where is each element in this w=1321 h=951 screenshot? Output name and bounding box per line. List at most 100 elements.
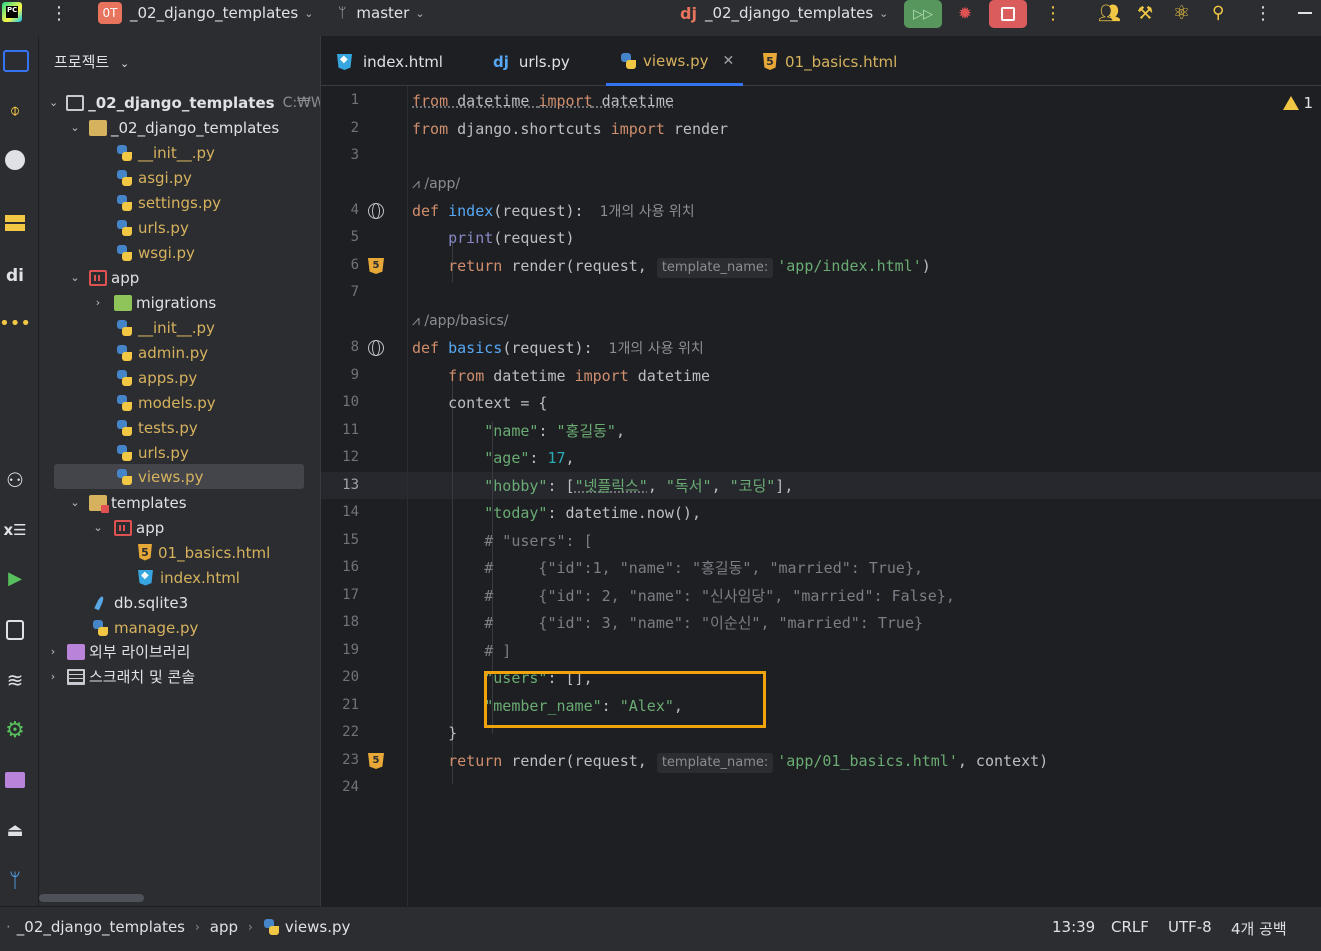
- indent-setting[interactable]: 4개 공백: [1231, 918, 1287, 939]
- code-comment: # ]: [484, 642, 512, 660]
- tree-root[interactable]: ⌄ _02_django_templates C:₩Wo: [39, 90, 320, 115]
- python-file-icon: [263, 919, 281, 935]
- breadcrumb-item[interactable]: views.py: [285, 918, 351, 936]
- tree-item-file[interactable]: db.sqlite3: [39, 590, 320, 615]
- ai-assistant-button[interactable]: ⚛: [1173, 0, 1190, 26]
- run-icon: ▷▷: [913, 6, 933, 22]
- usage-hint[interactable]: 1개의 사용 위치: [609, 341, 704, 357]
- code-with-me-button[interactable]: 👥︎: [1098, 0, 1121, 26]
- settings-menu-button[interactable]: ⋮: [1254, 0, 1272, 26]
- debug-button[interactable]: ✹: [946, 0, 984, 28]
- tree-item-templates[interactable]: ⌄ templates: [39, 490, 320, 515]
- code-token: return: [448, 257, 503, 275]
- tree-item-migrations[interactable]: › migrations: [39, 290, 320, 315]
- tab-urls-py[interactable]: dj urls.py: [493, 36, 570, 86]
- html5-file-icon: [763, 54, 779, 70]
- tree-item-file[interactable]: asgi.py: [39, 165, 320, 190]
- stop-button[interactable]: [989, 0, 1027, 28]
- commit-tool-icon[interactable]: ⌽: [4, 99, 26, 121]
- tree-item-file[interactable]: manage.py: [39, 615, 320, 640]
- tree-item-file[interactable]: 01_basics.html: [39, 540, 320, 565]
- tree-item-file[interactable]: admin.py: [39, 340, 320, 365]
- tree-item-file[interactable]: __init__.py: [39, 140, 320, 165]
- tree-item-package[interactable]: ⌄ _02_django_templates: [39, 115, 320, 140]
- excel-tool-icon[interactable]: x☰: [3, 519, 26, 541]
- tab-index-html[interactable]: index.html: [337, 36, 443, 86]
- tree-item-file[interactable]: urls.py: [39, 215, 320, 240]
- tree-item-label: models.py: [138, 393, 216, 412]
- search-everywhere-tool-icon[interactable]: [4, 619, 26, 641]
- main-menu-button[interactable]: ⋮: [50, 0, 68, 26]
- route-hint[interactable]: ⩘ /app/: [412, 173, 460, 195]
- database-tool-icon[interactable]: [4, 213, 26, 235]
- tree-item-label: views.py: [138, 467, 204, 486]
- route-hint[interactable]: ⩘ /app/basics/: [412, 310, 509, 332]
- project-tool-icon[interactable]: [3, 50, 29, 72]
- endpoint-globe-icon[interactable]: [368, 203, 384, 219]
- project-selector[interactable]: 0T _02_django_templates ⌄: [98, 0, 313, 26]
- django-structure-icon[interactable]: di: [4, 265, 26, 287]
- breadcrumb-item[interactable]: _02_django_templates: [17, 918, 185, 936]
- minimize-button[interactable]: [1298, 0, 1312, 26]
- chevron-down-icon: ⌄: [49, 96, 59, 109]
- code-area[interactable]: from datetime import datetime from djang…: [407, 86, 1321, 906]
- problems-tool-icon[interactable]: ⏏: [4, 819, 26, 841]
- python-file-icon: [116, 194, 134, 211]
- usage-hint[interactable]: 1개의 사용 위치: [600, 204, 695, 220]
- tools-button[interactable]: ⚒: [1137, 0, 1153, 26]
- code-line-13: "hobby": ["넷플릭스", "독서", "코딩"],: [484, 477, 794, 495]
- python-file-icon: [116, 419, 134, 436]
- parameter-inlay-hint: template_name:: [656, 753, 774, 773]
- template-html5-icon[interactable]: 5: [368, 258, 384, 274]
- code-comment: # "users": [: [484, 532, 593, 550]
- more-actions-button[interactable]: ⋮: [1044, 0, 1062, 26]
- search-button[interactable]: ⚲: [1212, 0, 1224, 26]
- layers-tool-icon[interactable]: ≋: [4, 668, 26, 692]
- tab-views-py[interactable]: views.py ✕: [606, 36, 743, 86]
- tree-item-file[interactable]: apps.py: [39, 365, 320, 390]
- run-button[interactable]: ▷▷: [904, 0, 942, 28]
- github-tool-icon[interactable]: [4, 149, 26, 171]
- tree-item-file[interactable]: wsgi.py: [39, 240, 320, 265]
- terminal-tool-icon[interactable]: [4, 769, 26, 791]
- annotation-highlight-box: [484, 671, 766, 728]
- run-config-selector[interactable]: dj _02_django_templates ⌄: [680, 0, 888, 26]
- tree-item-app[interactable]: ⌄ app: [39, 265, 320, 290]
- file-encoding[interactable]: UTF-8: [1168, 918, 1212, 936]
- cursor-position[interactable]: 13:39: [1052, 918, 1095, 936]
- tree-item-external-libraries[interactable]: › 외부 라이브러리: [39, 639, 320, 664]
- close-icon[interactable]: ✕: [723, 53, 735, 69]
- code-token: datetime: [448, 92, 539, 110]
- branch-selector[interactable]: ᛘ master ⌄: [338, 0, 425, 26]
- tab-01-basics-html[interactable]: 01_basics.html: [763, 36, 897, 86]
- template-html5-icon[interactable]: 5: [368, 753, 384, 769]
- tree-item-app[interactable]: ⌄ app: [39, 515, 320, 540]
- horizontal-scrollbar[interactable]: [39, 894, 144, 902]
- breadcrumb-item[interactable]: app: [210, 918, 238, 936]
- project-panel-header[interactable]: 프로젝트 ⌄: [54, 51, 129, 72]
- line-number: 2: [350, 120, 359, 136]
- app-folder-icon: [89, 269, 107, 286]
- tree-item-scratches[interactable]: › 스크래치 및 콘솔: [39, 664, 320, 689]
- project-name: _02_django_templates: [130, 4, 299, 22]
- tree-item-file[interactable]: settings.py: [39, 190, 320, 215]
- tree-item-file[interactable]: tests.py: [39, 415, 320, 440]
- code-token: import: [574, 367, 629, 385]
- chevron-down-icon: ⌄: [879, 6, 889, 20]
- more-tools-icon[interactable]: •••: [0, 312, 31, 334]
- line-number: 14: [342, 504, 359, 520]
- settings-gear-icon[interactable]: ⚙: [4, 718, 26, 743]
- git-tool-icon[interactable]: ᛘ: [4, 868, 26, 892]
- run-tool-icon[interactable]: ▶: [4, 567, 26, 589]
- tree-item-file[interactable]: urls.py: [39, 440, 320, 465]
- code-token: (request): [493, 229, 575, 247]
- line-separator[interactable]: CRLF: [1111, 918, 1149, 936]
- endpoint-globe-icon[interactable]: [368, 340, 384, 356]
- tree-item-file-selected[interactable]: views.py: [54, 464, 304, 489]
- tree-item-file[interactable]: __init__.py: [39, 315, 320, 340]
- editor-gutter: 1 2 3 4 5 6 7 8 9 10 11 12 13 14 15 16 1…: [321, 86, 435, 906]
- python-packages-icon[interactable]: ⚇: [4, 468, 26, 492]
- tree-item-file[interactable]: models.py: [39, 390, 320, 415]
- tree-item-label: _02_django_templates: [111, 118, 280, 137]
- tree-item-file[interactable]: index.html: [39, 565, 320, 590]
